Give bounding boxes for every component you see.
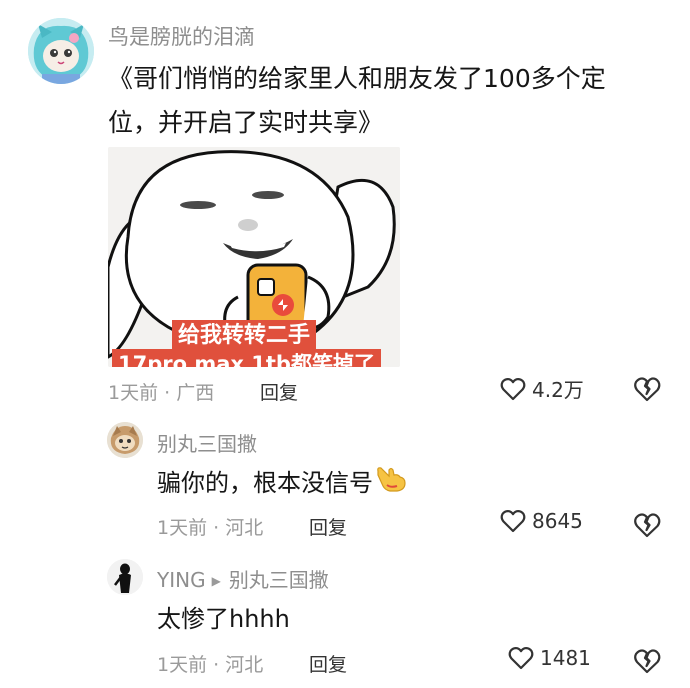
comment-author[interactable]: 鸟是膀胱的泪滴 [108, 21, 255, 51]
comment-image[interactable]: 给我转转二手 17pro max 1tb都笑掉了 [108, 147, 400, 367]
avatar[interactable] [28, 18, 94, 84]
avatar-cat-image [28, 18, 94, 84]
meme-caption-line2: 17pro max 1tb都笑掉了 [112, 349, 381, 367]
reply-meta: 1天前 · 河北 [157, 517, 264, 539]
reply-avatar[interactable] [107, 559, 143, 595]
reply-text: 太惨了hhhh [157, 605, 290, 633]
broken-heart-icon [634, 513, 661, 538]
reply-author[interactable]: YING [157, 568, 206, 592]
heart-icon [508, 646, 534, 670]
like-count: 4.2万 [532, 378, 584, 402]
reply-button[interactable]: 回复 [309, 513, 347, 540]
like-button[interactable]: 1481 [508, 646, 591, 670]
reply-text: 骗你的，根本没信号 [157, 462, 407, 506]
dislike-button[interactable] [633, 511, 661, 539]
reply-button[interactable]: 回复 [309, 650, 347, 677]
like-count: 1481 [540, 646, 591, 670]
meme-caption-line1: 给我转转二手 [172, 320, 317, 352]
dislike-button[interactable] [633, 375, 661, 403]
broken-heart-icon [634, 377, 661, 402]
reply-author[interactable]: 别丸三国撒 [157, 428, 257, 457]
heart-icon [500, 377, 526, 400]
reply-avatar[interactable] [107, 422, 143, 458]
reply-button[interactable]: 回复 [260, 378, 298, 405]
avatar-cartoon-image [107, 422, 143, 458]
pointing-hand-emoji [375, 463, 407, 506]
comment-meta: 1天前 · 广西 [108, 382, 215, 404]
like-button[interactable]: 4.2万 [500, 374, 584, 403]
comment-text: 《哥们悄悄的给家里人和朋友发了100多个定位，并开启了实时共享》 [108, 64, 606, 137]
reply-meta: 1天前 · 河北 [157, 654, 264, 676]
reply-author-line: YING ▶ 别丸三国撒 [157, 564, 329, 593]
dislike-button[interactable] [633, 647, 661, 675]
avatar-silhouette-image [107, 559, 143, 595]
reply-text-content: 骗你的，根本没信号 [157, 469, 373, 497]
heart-icon [500, 509, 526, 533]
like-button[interactable]: 8645 [500, 509, 583, 533]
like-count: 8645 [532, 509, 583, 533]
reply-to-author[interactable]: 别丸三国撒 [229, 568, 329, 592]
broken-heart-icon [634, 649, 661, 674]
reply-to-arrow-icon: ▶ [211, 574, 221, 588]
